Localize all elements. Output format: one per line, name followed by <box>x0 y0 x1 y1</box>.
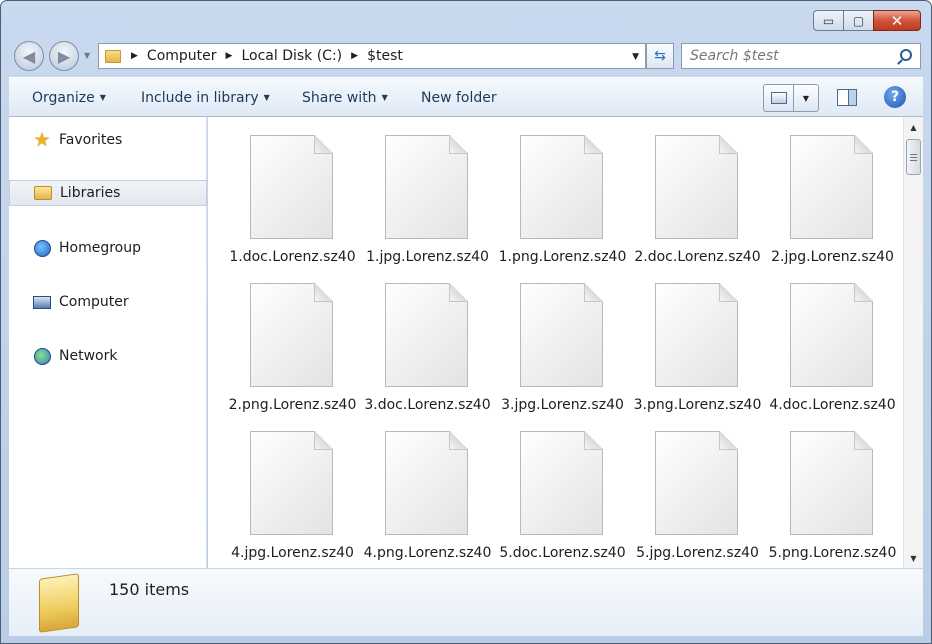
nav-label-computer: Computer <box>59 294 129 310</box>
homegroup-icon <box>33 239 51 257</box>
file-item[interactable]: 1.doc.Lorenz.sz40 <box>208 117 356 265</box>
network-icon <box>33 347 51 365</box>
nav-label-libraries: Libraries <box>60 185 121 201</box>
nav-label-network: Network <box>59 348 118 364</box>
nav-item-network[interactable]: Network <box>9 343 207 369</box>
recent-pages-dropdown[interactable]: ▼ <box>84 51 90 60</box>
search-box <box>681 43 921 69</box>
details-pane: 150 items <box>9 568 923 636</box>
file-item[interactable]: 2.doc.Lorenz.sz40 <box>613 117 761 265</box>
explorer-window: ▭ ▢ ✕ ◀ ▶ ▼ ▶ Computer ▶ Local Disk (C:)… <box>0 0 932 644</box>
breadcrumb-computer[interactable]: Computer <box>147 48 217 64</box>
close-button[interactable]: ✕ <box>873 10 921 31</box>
preview-pane-icon[interactable] <box>837 89 857 106</box>
file-item[interactable]: 3.doc.Lorenz.sz40 <box>343 265 491 413</box>
item-count: 150 items <box>109 580 190 599</box>
search-input[interactable] <box>690 48 890 64</box>
breadcrumb-local-disk[interactable]: Local Disk (C:) <box>241 48 342 64</box>
file-name: 5.png.Lorenz.sz40 <box>768 545 897 561</box>
caption-buttons: ▭ ▢ ✕ <box>813 10 921 31</box>
refresh-button[interactable]: ⇆ <box>646 43 674 69</box>
include-in-library-menu[interactable]: Include in library ▼ <box>141 90 270 106</box>
folder-icon <box>39 573 79 633</box>
include-in-library-label: Include in library <box>141 90 259 106</box>
command-bar: Organize ▼ Include in library ▼ Share with… <box>9 77 923 117</box>
new-folder-button[interactable]: New folder <box>421 90 497 106</box>
file-item[interactable]: 4.doc.Lorenz.sz40 <box>748 265 896 413</box>
chevron-down-icon[interactable]: ▼ <box>794 85 818 111</box>
vertical-scrollbar[interactable]: ▲ ▼ <box>903 117 923 568</box>
breadcrumb-test[interactable]: $test <box>367 48 403 64</box>
file-item[interactable]: 2.jpg.Lorenz.sz40 <box>748 117 894 265</box>
help-icon[interactable]: ? <box>884 86 906 108</box>
nav-item-libraries[interactable]: Libraries <box>9 180 207 206</box>
chevron-right-icon[interactable]: ▶ <box>351 51 358 61</box>
minimize-button[interactable]: ▭ <box>813 10 843 31</box>
scroll-thumb[interactable] <box>906 139 921 175</box>
nav-label-homegroup: Homegroup <box>59 240 142 256</box>
chevron-right-icon[interactable]: ▶ <box>131 51 138 61</box>
file-item[interactable]: 5.doc.Lorenz.sz40 <box>478 413 626 561</box>
nav-item-favorites[interactable]: ★ Favorites <box>9 127 207 153</box>
file-item[interactable]: 4.jpg.Lorenz.sz40 <box>208 413 354 561</box>
file-item[interactable]: 4.png.Lorenz.sz40 <box>343 413 491 561</box>
file-list: 1.doc.Lorenz.sz40 1.jpg.Lorenz.sz40 1.pn… <box>208 117 903 568</box>
address-bar[interactable]: ▶ Computer ▶ Local Disk (C:) ▶ $test ▼ <box>98 43 646 69</box>
file-name: 2.jpg.Lorenz.sz40 <box>771 249 894 265</box>
scroll-down-icon[interactable]: ▼ <box>904 548 923 568</box>
back-button[interactable]: ◀ <box>14 41 44 71</box>
file-item[interactable]: 3.png.Lorenz.sz40 <box>613 265 761 413</box>
file-item[interactable]: 5.jpg.Lorenz.sz40 <box>613 413 759 561</box>
file-item[interactable]: 1.png.Lorenz.sz40 <box>478 117 626 265</box>
file-item[interactable]: 5.png.Lorenz.sz40 <box>748 413 896 561</box>
maximize-button[interactable]: ▢ <box>843 10 873 31</box>
change-view-button[interactable]: ▼ <box>763 84 819 112</box>
libraries-icon <box>34 184 52 202</box>
computer-icon <box>33 293 51 311</box>
chevron-down-icon: ▼ <box>381 93 388 102</box>
address-dropdown-icon[interactable]: ▼ <box>632 52 639 62</box>
file-name: 4.doc.Lorenz.sz40 <box>769 397 896 413</box>
address-row: ◀ ▶ ▼ ▶ Computer ▶ Local Disk (C:) ▶ $te… <box>1 39 931 73</box>
star-icon: ★ <box>33 129 51 151</box>
search-icon[interactable] <box>900 49 912 61</box>
file-item[interactable]: 1.jpg.Lorenz.sz40 <box>343 117 489 265</box>
view-icon[interactable] <box>764 85 794 111</box>
folder-icon <box>105 49 121 63</box>
file-item[interactable]: 3.jpg.Lorenz.sz40 <box>478 265 624 413</box>
nav-label-favorites: Favorites <box>59 132 123 148</box>
organize-label: Organize <box>32 90 95 106</box>
navigation-pane: ★ Favorites Libraries Homegroup Computer… <box>9 117 207 568</box>
chevron-down-icon: ▼ <box>99 93 106 102</box>
share-with-menu[interactable]: Share with ▼ <box>302 90 388 106</box>
organize-menu[interactable]: Organize ▼ <box>32 90 106 106</box>
nav-item-homegroup[interactable]: Homegroup <box>9 235 207 261</box>
chevron-right-icon[interactable]: ▶ <box>226 51 233 61</box>
share-with-label: Share with <box>302 90 377 106</box>
nav-item-computer[interactable]: Computer <box>9 289 207 315</box>
file-item[interactable]: 2.png.Lorenz.sz40 <box>208 265 356 413</box>
forward-button[interactable]: ▶ <box>49 41 79 71</box>
chevron-down-icon: ▼ <box>263 93 270 102</box>
scroll-up-icon[interactable]: ▲ <box>904 117 923 137</box>
